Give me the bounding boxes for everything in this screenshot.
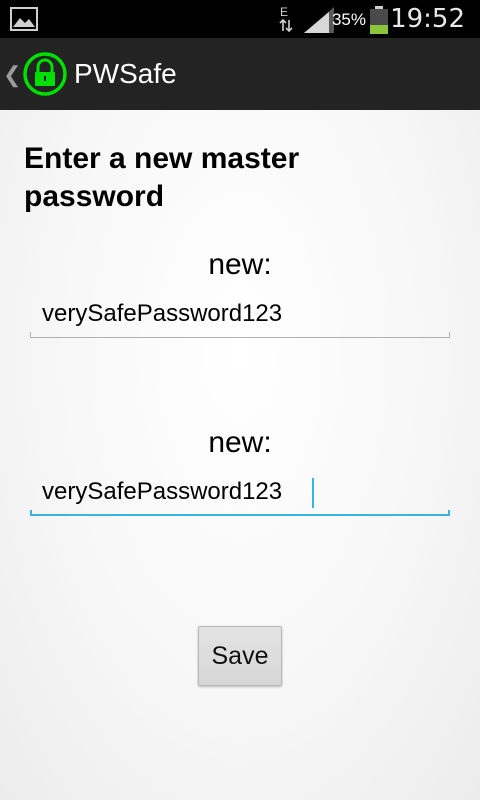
confirm-password-value: verySafePassword123 <box>42 478 283 505</box>
field-tick-right <box>448 510 450 516</box>
field-underline <box>30 337 450 338</box>
new-password-label: new: <box>208 248 272 281</box>
clock: 19:52 <box>390 4 465 34</box>
status-bar: E 35% 19:52 <box>0 0 480 38</box>
new-password-field[interactable]: verySafePassword123 <box>30 294 450 342</box>
save-button[interactable]: Save <box>198 626 282 686</box>
action-bar: ❮ PWSafe <box>0 38 480 110</box>
confirm-password-label: new: <box>208 426 272 459</box>
network-type-text: E <box>280 5 288 19</box>
network-activity-icon: E <box>278 4 294 34</box>
battery-percent: 35% <box>331 10 366 29</box>
text-cursor <box>312 478 314 508</box>
app-title: PWSafe <box>74 58 177 89</box>
battery-icon <box>369 6 389 39</box>
field-underline <box>30 514 450 516</box>
field-tick-right <box>449 332 450 338</box>
confirm-password-field[interactable]: verySafePassword123 <box>30 472 450 520</box>
field-tick-left <box>30 510 32 516</box>
field-tick-left <box>30 332 31 338</box>
page-heading: Enter a new master password <box>24 142 300 213</box>
main-content: Enter a new master password new: verySaf… <box>0 110 480 800</box>
signal-icon <box>304 7 334 38</box>
gallery-icon <box>10 7 38 36</box>
lock-icon[interactable] <box>22 51 68 97</box>
up-caret-icon[interactable]: ❮ <box>3 62 21 88</box>
new-password-value: verySafePassword123 <box>42 300 283 327</box>
